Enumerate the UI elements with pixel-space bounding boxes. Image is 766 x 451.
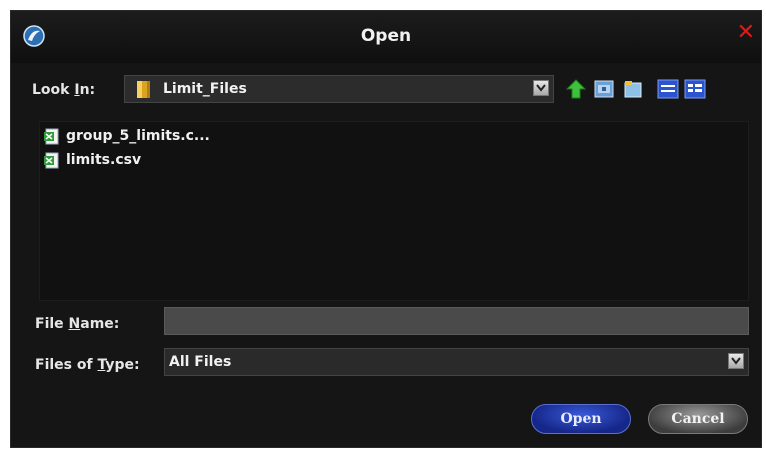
list-item[interactable]: group_5_limits.c... <box>43 126 210 146</box>
desktop-icon[interactable] <box>593 78 615 100</box>
look-in-select[interactable]: Limit_Files <box>124 75 554 103</box>
close-icon[interactable]: ✕ <box>737 22 755 44</box>
file-name: limits.csv <box>66 152 142 168</box>
file-name: group_5_limits.c... <box>66 128 210 144</box>
chevron-down-icon[interactable] <box>728 353 744 369</box>
file-type-value: All Files <box>169 354 232 370</box>
spreadsheet-icon <box>44 128 59 144</box>
file-type-label: Files of Type: <box>35 357 140 373</box>
file-list[interactable]: group_5_limits.c... limits.csv <box>39 121 749 301</box>
up-folder-icon[interactable] <box>565 78 587 100</box>
dialog-title: Open <box>360 26 412 46</box>
title-bar[interactable]: Open ✕ <box>11 11 761 63</box>
look-in-value: Limit_Files <box>163 81 247 97</box>
open-button[interactable]: Open <box>531 404 631 434</box>
look-in-label: Look In: <box>32 82 96 98</box>
list-item[interactable]: limits.csv <box>43 150 141 170</box>
open-dialog: Open ✕ Look In: Limit_Files group_5_limi… <box>10 10 762 448</box>
list-view-icon[interactable] <box>657 78 679 100</box>
cancel-button[interactable]: Cancel <box>648 404 748 434</box>
spreadsheet-icon <box>44 152 59 168</box>
file-name-label: File Name: <box>35 316 120 332</box>
file-type-select[interactable]: All Files <box>164 348 749 376</box>
folder-icon <box>137 81 150 98</box>
new-folder-icon[interactable] <box>622 78 644 100</box>
details-view-icon[interactable] <box>684 78 706 100</box>
chevron-down-icon[interactable] <box>533 80 549 96</box>
file-name-input[interactable] <box>164 307 749 335</box>
